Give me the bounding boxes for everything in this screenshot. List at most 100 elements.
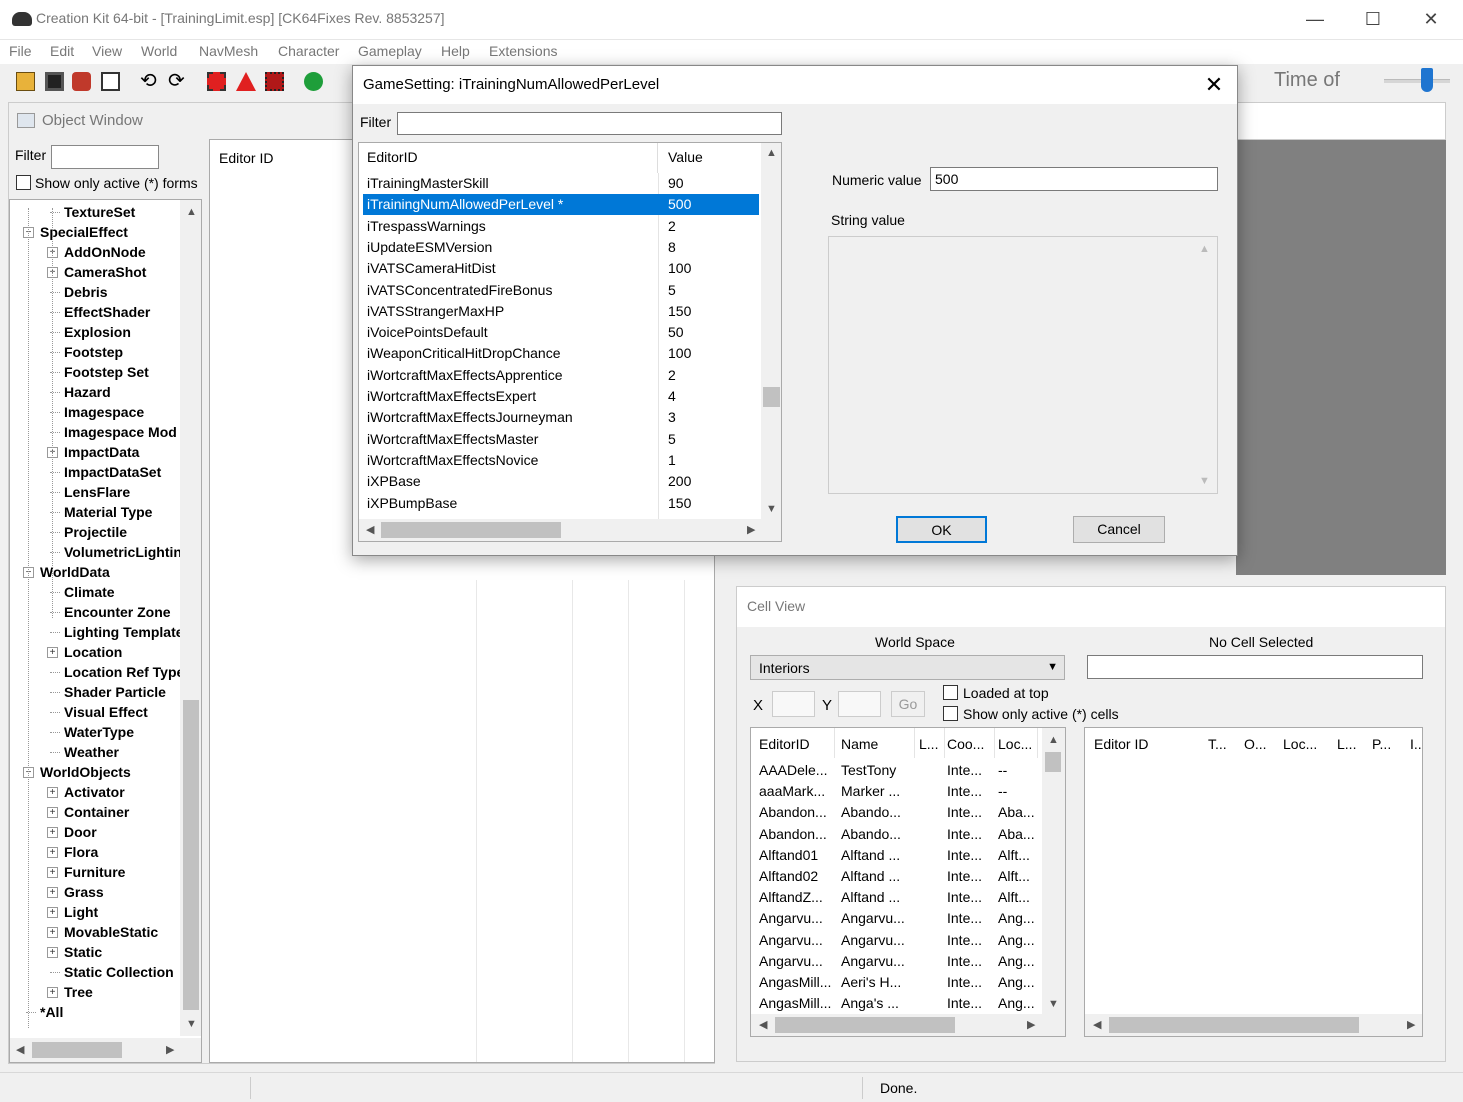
warnings-icon[interactable] (236, 72, 256, 91)
dialog-filter-input[interactable] (397, 112, 782, 135)
show-active-cells-checkbox[interactable] (943, 706, 958, 721)
minimize-button[interactable]: — (1292, 4, 1338, 34)
cell-list-cell[interactable]: Angarvu... (759, 908, 839, 929)
cell-list-cell[interactable]: aaaMark... (759, 781, 839, 802)
cell-list-cell[interactable]: Ang... (998, 951, 1042, 972)
tree-node[interactable]: Visual Effect (64, 703, 148, 721)
scroll-left-icon[interactable]: ◀ (366, 523, 374, 536)
gamesetting-row[interactable]: iWortcraftMaxEffectsNovice 1 (363, 450, 759, 471)
gamesetting-row[interactable]: iVATSStrangerMaxHP 150 (363, 301, 759, 322)
y-coordinate-input[interactable] (838, 691, 881, 717)
plugins-icon[interactable] (72, 72, 91, 91)
cell-list-cell[interactable]: Angarvu... (759, 951, 839, 972)
cell-list[interactable]: EditorID Name L... Coo... Loc... AAADele... T… (750, 727, 1066, 1037)
scroll-left-icon[interactable]: ◀ (1093, 1018, 1101, 1031)
gamesetting-row[interactable]: iXPBase 200 (363, 471, 759, 492)
gamesetting-row[interactable]: iTrainingNumAllowedPerLevel * 500 (363, 194, 759, 216)
scroll-right-icon[interactable]: ▶ (747, 523, 755, 536)
tree-node[interactable]: VolumetricLighting (64, 543, 191, 561)
cell-list-cell[interactable]: Inte... (947, 972, 999, 993)
x-coordinate-input[interactable] (772, 691, 815, 717)
scroll-right-icon[interactable]: ▶ (1407, 1018, 1415, 1031)
cell-list-column-header[interactable]: EditorID (759, 728, 835, 760)
tree-node[interactable]: Footstep (64, 343, 123, 361)
tree-node[interactable]: ImpactDataSet (64, 463, 161, 481)
gamesetting-horizontal-scrollbar[interactable]: ◀ ▶ (359, 519, 781, 541)
expand-icon[interactable]: + (47, 827, 58, 838)
object-tree[interactable]: TextureSet − SpecialEffect + AddOnNode + Camer… (9, 199, 202, 1063)
cell-list-cell[interactable]: Marker ... (841, 781, 919, 802)
cell-list-cell[interactable]: Angarvu... (841, 908, 919, 929)
expand-icon[interactable]: + (47, 927, 58, 938)
cell-list-cell[interactable]: Abandon... (759, 802, 839, 823)
tree-node[interactable]: CameraShot (64, 263, 146, 281)
cell-list-cell[interactable]: Ang... (998, 908, 1042, 929)
menu-character[interactable]: Character (278, 43, 339, 59)
render-window[interactable] (1236, 140, 1446, 575)
cell-list-cell[interactable]: Alft... (998, 887, 1042, 908)
scroll-right-icon[interactable]: ▶ (1027, 1018, 1035, 1031)
tree-node[interactable]: LensFlare (64, 483, 130, 501)
save-icon[interactable] (45, 72, 64, 91)
cell-list-column-header[interactable]: L... (919, 728, 945, 760)
tree-node[interactable]: EffectShader (64, 303, 150, 321)
animation-icon[interactable] (265, 72, 284, 91)
cell-objects-column-header[interactable]: P... (1372, 728, 1402, 760)
open-icon[interactable] (16, 72, 35, 91)
cell-list-cell[interactable]: Aba... (998, 802, 1042, 823)
cell-name-field[interactable] (1087, 655, 1423, 679)
cell-list-cell[interactable]: Abandon... (759, 824, 839, 845)
gamesetting-row[interactable]: iVoicePointsDefault 50 (363, 322, 759, 343)
cell-list-cell[interactable]: Inte... (947, 845, 999, 866)
cell-list-cell[interactable]: Angarvu... (841, 930, 919, 951)
gamesetting-row[interactable]: iWortcraftMaxEffectsMaster 5 (363, 429, 759, 450)
scroll-down-icon[interactable]: ▼ (1048, 998, 1059, 1010)
tree-node[interactable]: WaterType (64, 723, 134, 741)
tree-node[interactable]: Furniture (64, 863, 125, 881)
cell-list-cell[interactable]: -- (998, 760, 1042, 781)
cell-list-cell[interactable]: Alftand01 (759, 845, 839, 866)
cell-list-cell[interactable]: Aeri's H... (841, 972, 919, 993)
value-column-header[interactable]: Value (668, 149, 703, 165)
expand-icon[interactable]: + (47, 887, 58, 898)
tree-node[interactable]: Lighting Template (64, 623, 184, 641)
render-window-icon[interactable] (207, 72, 226, 91)
cell-list-hscroll-thumb[interactable] (775, 1017, 955, 1033)
cell-list-column-header[interactable]: Coo... (947, 728, 995, 760)
time-of-day-thumb[interactable] (1421, 68, 1433, 92)
time-of-day-slider[interactable] (1384, 79, 1450, 83)
show-active-forms-checkbox[interactable] (16, 175, 31, 190)
gamesetting-row[interactable]: iXPBumpBase 150 (363, 493, 759, 514)
tree-node[interactable]: AddOnNode (64, 243, 146, 261)
go-button[interactable]: Go (891, 691, 925, 717)
cell-list-cell[interactable]: TestTony (841, 760, 919, 781)
scroll-up-icon[interactable]: ▲ (1199, 243, 1210, 255)
editorid-column-header[interactable]: EditorID (367, 149, 418, 165)
cell-list-cell[interactable]: Inte... (947, 887, 999, 908)
tree-node[interactable]: Imagespace (64, 403, 144, 421)
cell-list-vertical-scrollbar[interactable]: ▲ ▼ (1042, 728, 1065, 1014)
cell-list-cell[interactable]: AlftandZ... (759, 887, 839, 908)
cell-list-cell[interactable]: Aba... (998, 824, 1042, 845)
tree-node[interactable]: Tree (64, 983, 93, 1001)
tree-node[interactable]: Location (64, 643, 122, 661)
tree-node[interactable]: Imagespace Mod (64, 423, 177, 441)
cell-list-column-header[interactable]: Name (841, 728, 915, 760)
cancel-button[interactable]: Cancel (1073, 516, 1165, 543)
cell-list-cell[interactable]: Abando... (841, 824, 919, 845)
tree-node[interactable]: TextureSet (64, 203, 135, 221)
cell-list-cell[interactable]: Inte... (947, 993, 999, 1014)
tree-node[interactable]: Weather (64, 743, 119, 761)
menu-help[interactable]: Help (441, 43, 470, 59)
preferences-icon[interactable] (101, 72, 120, 91)
menu-edit[interactable]: Edit (50, 43, 74, 59)
menu-navmesh[interactable]: NavMesh (199, 43, 258, 59)
maximize-button[interactable]: ☐ (1350, 4, 1396, 34)
cell-list-cell[interactable]: Ang... (998, 972, 1042, 993)
tree-horizontal-scrollbar[interactable]: ◀ ▶ (10, 1038, 201, 1062)
tree-node[interactable]: ImpactData (64, 443, 139, 461)
scroll-left-icon[interactable]: ◀ (16, 1043, 24, 1056)
menu-file[interactable]: File (9, 43, 32, 59)
cell-list-cell[interactable]: Alftand02 (759, 866, 839, 887)
cell-objects-column-header[interactable]: Loc... (1283, 728, 1329, 760)
